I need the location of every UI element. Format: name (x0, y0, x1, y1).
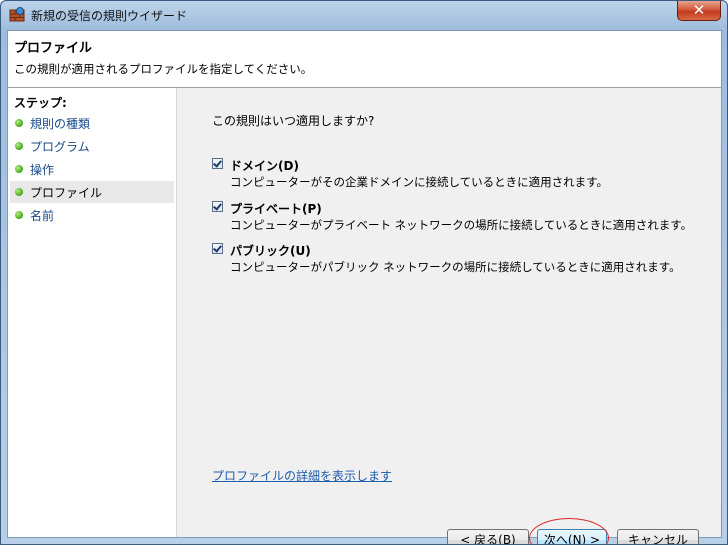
question-text: この規則はいつ適用しますか? (212, 114, 375, 128)
step-action[interactable]: 操作 (10, 158, 174, 180)
wizard-window: 新規の受信の規則ウイザード ✕ プロファイル この規則が適用されるプロファイルを… (0, 0, 728, 545)
option-title: ドメイン(D) (230, 159, 299, 173)
step-rule-type[interactable]: 規則の種類 (10, 112, 174, 134)
steps-pane: ステップ: 規則の種類 プログラム 操作 プロファイル 名前 (8, 88, 176, 537)
step-bullet-icon (15, 188, 23, 196)
step-program[interactable]: プログラム (10, 135, 174, 157)
step-label: 名前 (30, 209, 55, 223)
close-button[interactable]: ✕ (677, 1, 721, 21)
highlight-annotation (529, 518, 609, 544)
close-icon: ✕ (692, 1, 706, 19)
option-description: コンピューターがプライベート ネットワークの場所に接続しているときに適用されます… (230, 218, 693, 232)
step-label: 規則の種類 (30, 117, 91, 131)
step-bullet-icon (15, 142, 23, 150)
option-title: プライベート(P) (230, 202, 322, 216)
option-description: コンピューターがその企業ドメインに接続しているときに適用されます。 (230, 175, 609, 189)
public-checkbox[interactable] (212, 243, 223, 254)
option-title: パブリック(U) (230, 244, 311, 258)
back-button[interactable]: < 戻る(B) (447, 529, 529, 544)
step-bullet-icon (15, 119, 23, 127)
wizard-body: プロファイル この規則が適用されるプロファイルを指定してください。 ステップ: … (7, 30, 722, 544)
step-label: プロファイル (30, 186, 103, 200)
step-label: 操作 (30, 163, 55, 177)
profile-details-link[interactable]: プロファイルの詳細を表示します (212, 467, 392, 484)
private-checkbox[interactable] (212, 201, 223, 212)
step-profile[interactable]: プロファイル (10, 181, 174, 203)
steps-heading: ステップ: (14, 96, 67, 110)
step-label: プログラム (30, 140, 90, 154)
firewall-icon (9, 7, 25, 22)
page-description: この規則が適用されるプロファイルを指定してください。 (14, 62, 313, 76)
step-bullet-icon (15, 211, 23, 219)
option-description: コンピューターがパブリック ネットワークの場所に接続しているときに適用されます。 (230, 260, 681, 274)
domain-checkbox[interactable] (212, 158, 223, 169)
step-name[interactable]: 名前 (10, 204, 174, 226)
page-header: プロファイル この規則が適用されるプロファイルを指定してください。 (8, 31, 721, 88)
step-bullet-icon (15, 165, 23, 173)
content-pane: この規則はいつ適用しますか? ドメイン(D) コンピューターがその企業ドメインに… (176, 88, 721, 544)
cancel-button[interactable]: キャンセル (617, 529, 699, 544)
page-title: プロファイル (14, 41, 93, 56)
window-title: 新規の受信の規則ウイザード (31, 9, 188, 23)
title-bar[interactable]: 新規の受信の規則ウイザード ✕ (1, 1, 727, 29)
